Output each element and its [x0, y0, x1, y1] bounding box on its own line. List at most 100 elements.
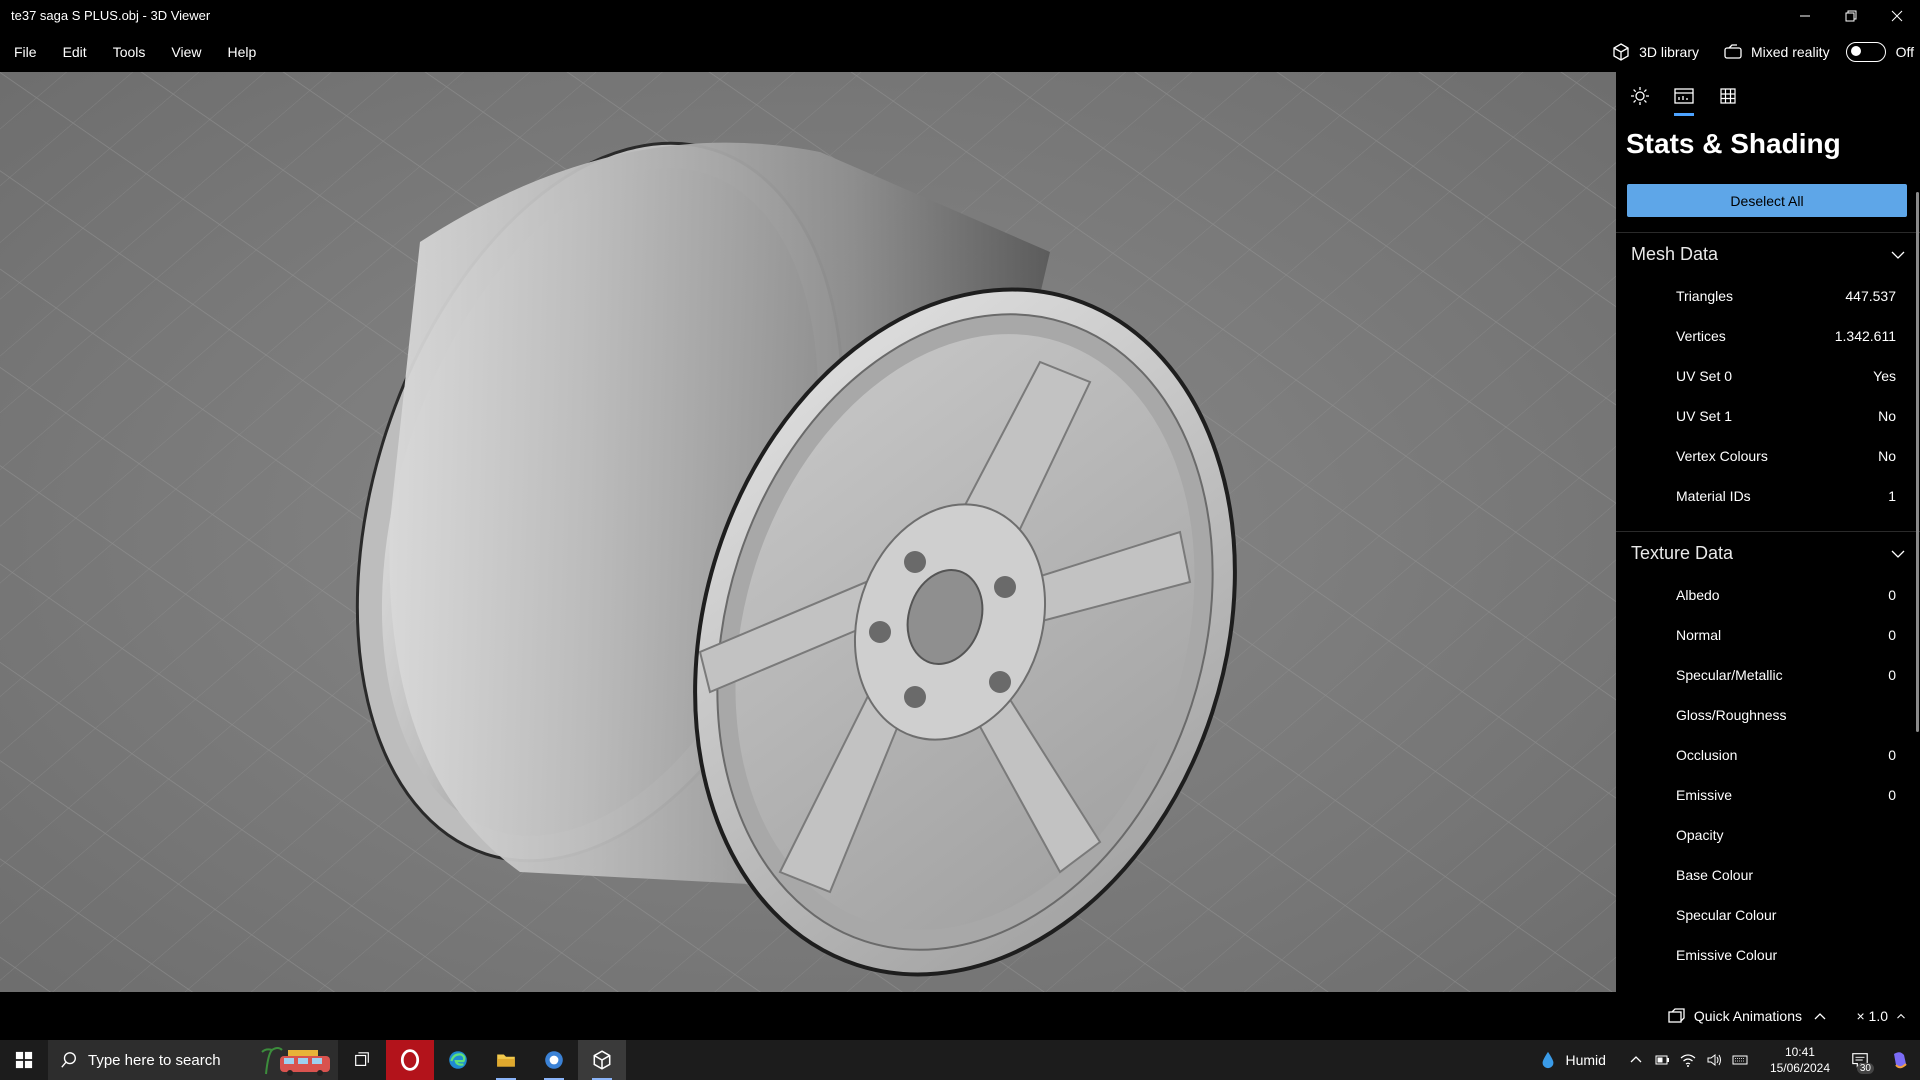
speaker-icon[interactable]	[1706, 1052, 1722, 1068]
mixed-reality-label: Mixed reality	[1750, 43, 1830, 60]
taskbar-search[interactable]: Type here to search	[48, 1040, 338, 1080]
menu-file[interactable]: File	[0, 31, 50, 72]
browser-app[interactable]	[530, 1040, 578, 1080]
chevron-up-icon[interactable]	[1628, 1052, 1644, 1068]
chevron-up-icon	[1814, 1013, 1826, 1020]
row-label: Albedo	[1676, 587, 1720, 603]
toggle-knob	[1850, 46, 1861, 56]
row-label: UV Set 1	[1676, 408, 1733, 424]
window-title: te37 saga S PLUS.obj - 3D Viewer	[11, 8, 211, 23]
menu-bar: File Edit Tools View Help 3D library Mix…	[0, 31, 1920, 72]
quick-animations-button[interactable]: Quick Animations	[1666, 992, 1830, 1040]
texture-row-opacity: Opacity	[1616, 815, 1920, 855]
tab-stats-shading[interactable]	[1672, 82, 1696, 116]
wifi-icon[interactable]	[1680, 1052, 1696, 1068]
deselect-all-button[interactable]: Deselect All	[1627, 184, 1907, 217]
menu-tools[interactable]: Tools	[100, 31, 159, 72]
taskbar: Type here to search Humid 10:41 15/06/20…	[0, 1040, 1920, 1080]
system-tray: Humid 10:41 15/06/2024 30	[1539, 1040, 1920, 1080]
chevron-down-icon	[1891, 550, 1905, 558]
edge-icon	[449, 1051, 467, 1069]
copilot-button[interactable]	[1880, 1040, 1920, 1080]
3d-library-label: 3D library	[1639, 43, 1699, 60]
row-label: Base Colour	[1676, 867, 1754, 883]
copilot-icon	[1894, 1052, 1907, 1069]
texture-row-base-colour: Base Colour	[1616, 855, 1920, 895]
menu-help[interactable]: Help	[214, 31, 269, 72]
mesh-row-uvset0: UV Set 0 Yes	[1616, 356, 1920, 396]
edge-app[interactable]	[434, 1040, 482, 1080]
row-label: Occlusion	[1676, 747, 1738, 763]
texture-data-header[interactable]: Texture Data	[1616, 531, 1920, 575]
mixed-reality-button[interactable]: Mixed reality	[1711, 31, 1842, 72]
3d-viewport[interactable]	[0, 72, 1616, 992]
close-button[interactable]	[1874, 0, 1920, 31]
animation-icon	[1668, 1008, 1685, 1023]
restore-button[interactable]	[1828, 0, 1874, 31]
notification-count: 30	[1856, 1063, 1874, 1074]
chevron-up-icon	[1897, 1013, 1905, 1019]
minimize-button[interactable]	[1782, 0, 1828, 31]
row-label: Specular/Metallic	[1676, 667, 1783, 683]
stats-panel: Stats & Shading Deselect All Mesh Data T…	[1616, 72, 1920, 992]
panel-scrollbar[interactable]	[1916, 192, 1919, 732]
tab-lighting[interactable]	[1628, 82, 1652, 110]
mesh-row-vertices: Vertices 1.342.611	[1616, 316, 1920, 356]
row-label: Opacity	[1676, 827, 1724, 843]
menu-view[interactable]: View	[158, 31, 214, 72]
zoom-label: × 1.0	[1856, 1008, 1888, 1024]
row-label: Emissive Colour	[1676, 947, 1778, 963]
browser-icon	[545, 1051, 563, 1069]
battery-icon[interactable]	[1654, 1052, 1670, 1068]
3d-library-button[interactable]: 3D library	[1599, 31, 1711, 72]
menu-edit[interactable]: Edit	[50, 31, 100, 72]
row-label: Vertices	[1676, 328, 1726, 344]
texture-row-emissive-colour: Emissive Colour	[1616, 935, 1920, 975]
weather-widget[interactable]: Humid	[1539, 1049, 1627, 1071]
file-explorer-app[interactable]	[482, 1040, 530, 1080]
minimize-icon	[1800, 15, 1810, 16]
row-label: Vertex Colours	[1676, 448, 1768, 464]
start-button[interactable]	[0, 1040, 48, 1080]
row-label: Material IDs	[1676, 488, 1751, 504]
mixed-reality-toggle[interactable]	[1845, 41, 1886, 62]
stats-shading-icon	[1674, 88, 1694, 104]
clock[interactable]: 10:41 15/06/2024	[1760, 1044, 1840, 1076]
status-bar: Quick Animations × 1.0	[0, 992, 1920, 1040]
row-value: 1	[1888, 488, 1896, 504]
row-label: Specular Colour	[1676, 907, 1777, 923]
close-icon	[1891, 10, 1903, 21]
task-view-button[interactable]	[338, 1040, 386, 1080]
mesh-row-vertex-colours: Vertex Colours No	[1616, 436, 1920, 476]
wheel-render[interactable]	[0, 72, 1616, 992]
texture-row-occlusion: Occlusion 0	[1616, 735, 1920, 775]
restore-icon	[1845, 10, 1857, 21]
row-value: 0	[1888, 627, 1896, 643]
keyboard-icon[interactable]	[1732, 1052, 1748, 1068]
row-label: Triangles	[1676, 288, 1734, 304]
chevron-down-icon	[1891, 251, 1905, 259]
clock-time: 10:41	[1784, 1045, 1815, 1059]
grid-icon	[1720, 88, 1736, 104]
toggle-state-label: Off	[1895, 43, 1914, 60]
notification-center-button[interactable]: 30	[1840, 1040, 1880, 1080]
task-view-icon	[355, 1052, 369, 1066]
row-value: 0	[1888, 747, 1896, 763]
3d-viewer-icon	[593, 1050, 611, 1070]
menubar-right: 3D library Mixed reality Off	[1599, 31, 1920, 72]
row-label: Emissive	[1676, 787, 1733, 803]
quick-animations-label: Quick Animations	[1693, 1008, 1802, 1024]
row-value: Yes	[1873, 368, 1896, 384]
mesh-row-uvset1: UV Set 1 No	[1616, 396, 1920, 436]
row-value: 0	[1888, 667, 1896, 683]
title-bar: te37 saga S PLUS.obj - 3D Viewer	[0, 0, 1920, 31]
texture-row-albedo: Albedo 0	[1616, 575, 1920, 615]
opera-app[interactable]	[386, 1040, 434, 1080]
tab-grid[interactable]	[1716, 82, 1740, 110]
zoom-control[interactable]: × 1.0	[1856, 992, 1908, 1040]
mesh-data-header[interactable]: Mesh Data	[1616, 232, 1920, 276]
row-label: Gloss/Roughness	[1676, 707, 1787, 723]
texture-data-list: Albedo 0 Normal 0 Specular/Metallic 0 Gloss…	[1616, 575, 1920, 975]
3d-viewer-app[interactable]	[578, 1040, 626, 1080]
clock-date: 15/06/2024	[1769, 1061, 1830, 1075]
